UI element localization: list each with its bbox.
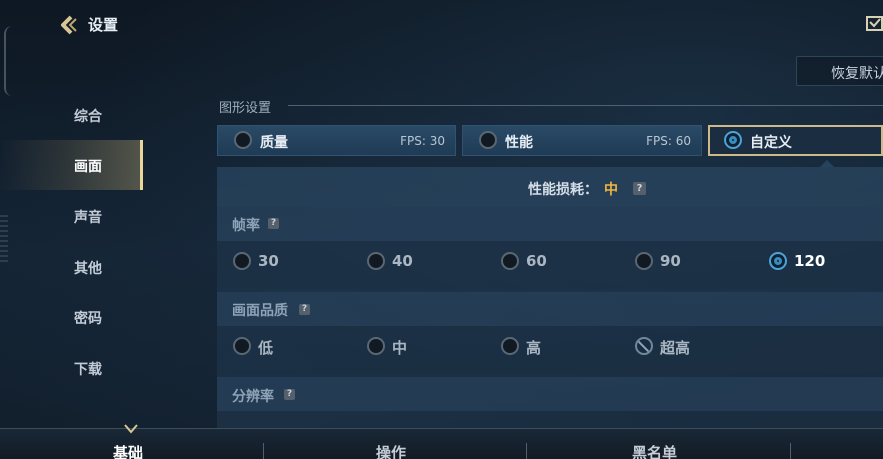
quality-options xyxy=(217,326,883,374)
edge-decoration xyxy=(4,26,12,96)
selection-pointer xyxy=(820,160,834,167)
preset-performance-fps: FPS: 60 xyxy=(646,134,691,148)
performance-label: 性能损耗： xyxy=(528,182,598,198)
preset-quality[interactable]: 质量 FPS: 30 xyxy=(217,125,456,156)
tab-controls[interactable]: 操作 xyxy=(376,442,406,459)
quality-high-label[interactable]: 高 xyxy=(526,337,541,358)
preset-performance-radio[interactable] xyxy=(479,131,497,149)
tab-divider xyxy=(790,443,791,459)
sidebar-item-other[interactable]: 其他 xyxy=(0,242,143,292)
chevron-down-icon xyxy=(124,424,138,434)
framerate-help-icon[interactable]: ? xyxy=(268,218,279,229)
quality-header xyxy=(217,292,883,326)
preset-performance[interactable]: 性能 FPS: 60 xyxy=(462,125,702,156)
quality-ultra-label: 超高 xyxy=(660,339,691,357)
restore-defaults-button[interactable]: 恢复默认 xyxy=(796,56,883,86)
sidebar-item-sound[interactable]: 声音 xyxy=(0,191,143,241)
framerate-title: 帧率 xyxy=(232,218,260,234)
performance-help-icon[interactable]: ? xyxy=(633,182,646,195)
tab-basic[interactable]: 基础 xyxy=(113,442,143,459)
quality-help-icon[interactable]: ? xyxy=(299,304,310,315)
resolution-header xyxy=(217,377,883,411)
performance-value: 中 xyxy=(604,182,618,198)
preset-custom-radio[interactable] xyxy=(724,131,742,149)
sidebar-item-graphics[interactable]: 画面 xyxy=(0,140,143,190)
framerate-120-label[interactable]: 120 xyxy=(794,252,825,270)
quality-low-radio[interactable] xyxy=(233,337,251,355)
preset-custom-label: 自定义 xyxy=(750,135,792,151)
preset-quality-fps: FPS: 30 xyxy=(400,134,445,148)
tab-divider xyxy=(526,443,527,459)
sidebar-item-general[interactable]: 综合 xyxy=(0,90,143,140)
tab-divider xyxy=(263,443,264,459)
framerate-60-radio[interactable] xyxy=(501,252,519,270)
framerate-90-radio[interactable] xyxy=(635,252,653,270)
quality-low-label[interactable]: 低 xyxy=(258,337,273,358)
preset-quality-label: 质量 xyxy=(260,135,288,151)
quality-ultra-radio xyxy=(635,337,653,355)
mailbox-icon[interactable] xyxy=(866,14,883,31)
sidebar-item-password[interactable]: 密码 xyxy=(0,292,143,342)
sidebar-item-download[interactable]: 下载 xyxy=(0,343,143,393)
preset-performance-label: 性能 xyxy=(505,135,533,151)
framerate-header xyxy=(217,207,883,241)
section-title: 图形设置 xyxy=(219,101,272,116)
framerate-40-label[interactable]: 40 xyxy=(392,252,413,270)
framerate-120-radio[interactable] xyxy=(769,252,787,270)
framerate-90-label[interactable]: 90 xyxy=(660,252,681,270)
section-divider xyxy=(288,105,883,106)
quality-medium-radio[interactable] xyxy=(367,337,385,355)
page-title: 设置 xyxy=(88,16,119,34)
quality-medium-label[interactable]: 中 xyxy=(392,337,407,358)
framerate-30-label[interactable]: 30 xyxy=(258,252,279,270)
framerate-40-radio[interactable] xyxy=(367,252,385,270)
tab-blacklist[interactable]: 黑名单 xyxy=(632,442,677,459)
back-arrow-icon[interactable] xyxy=(58,14,80,36)
resolution-help-icon[interactable]: ? xyxy=(284,389,295,400)
quality-title: 画面品质 xyxy=(232,303,288,319)
framerate-30-radio[interactable] xyxy=(233,252,251,270)
resolution-title: 分辨率 xyxy=(232,389,274,405)
framerate-60-label[interactable]: 60 xyxy=(526,252,547,270)
top-bar: 设置 xyxy=(0,0,883,48)
preset-custom[interactable]: 自定义 xyxy=(708,125,883,156)
preset-quality-radio[interactable] xyxy=(234,131,252,149)
quality-high-radio[interactable] xyxy=(501,337,519,355)
